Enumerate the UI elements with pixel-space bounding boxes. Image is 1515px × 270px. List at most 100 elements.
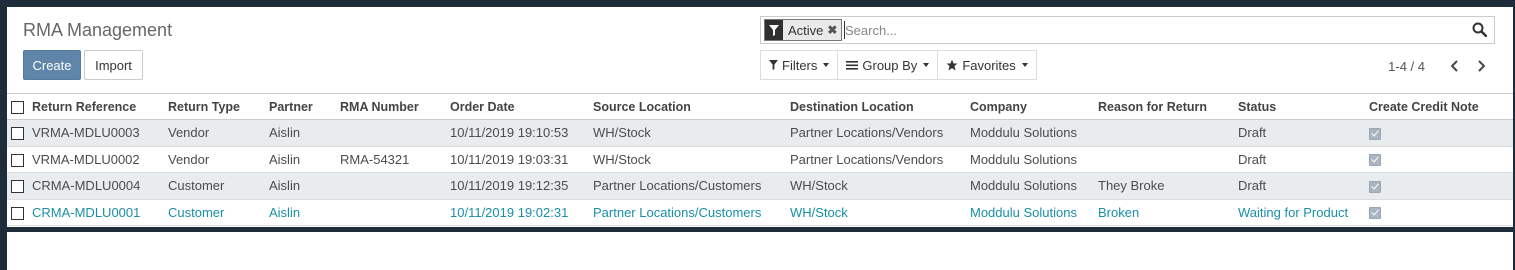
column-header[interactable]: Return Reference	[32, 94, 168, 120]
filter-icon	[769, 60, 778, 70]
groupby-dropdown[interactable]: Group By	[838, 50, 939, 80]
cell-reason	[1098, 146, 1238, 173]
cell-return-reference: VRMA-MDLU0002	[32, 151, 140, 167]
cell-rma-number: RMA-54321	[340, 151, 410, 167]
pager: 1-4 / 4	[1388, 57, 1491, 75]
cell-credit-note	[1369, 120, 1513, 147]
column-header[interactable]: Partner	[269, 94, 340, 120]
search-input[interactable]	[844, 21, 1445, 39]
row-select-cell	[7, 173, 32, 200]
caret-down-icon	[823, 63, 830, 67]
caret-down-icon	[923, 63, 930, 67]
select-all-cell	[7, 94, 32, 120]
divider	[7, 227, 1513, 232]
table-header-row: Return Reference Return Type Partner RMA…	[7, 93, 1513, 120]
groupby-label: Group By	[862, 57, 918, 73]
column-header[interactable]: Status	[1238, 94, 1369, 120]
cell-destination-location: Partner Locations/Vendors	[790, 125, 944, 141]
cell-source-location: WH/Stock	[593, 125, 651, 141]
credit-note-checkbox	[1369, 127, 1381, 140]
facet-remove-icon[interactable]: ✖	[827, 23, 841, 37]
page-title: RMA Management	[23, 20, 173, 40]
cell-status: Draft	[1238, 178, 1267, 194]
column-header[interactable]: Return Type	[168, 94, 269, 120]
cell-credit-note	[1369, 173, 1513, 200]
cell-return-reference: CRMA-MDLU0004	[32, 178, 141, 194]
table-row[interactable]: VRMA-MDLU0002 Vendor Aislin RMA-54321 10…	[7, 146, 1513, 173]
cell-destination-location: Partner Locations/Vendors	[790, 151, 944, 167]
cell-return-reference: CRMA-MDLU0001	[32, 204, 141, 220]
cell-partner: Aislin	[269, 125, 301, 141]
credit-note-checkbox	[1369, 207, 1381, 220]
cell-return-reference: VRMA-MDLU0003	[32, 125, 140, 141]
select-all-checkbox[interactable]	[11, 100, 24, 114]
cell-return-type: Customer	[168, 204, 225, 220]
column-header[interactable]: Order Date	[450, 94, 593, 120]
search-bar: Active ✖	[760, 16, 1495, 44]
cell-order-date: 10/11/2019 19:10:53	[450, 125, 569, 141]
cell-partner: Aislin	[269, 151, 301, 167]
cell-company: Moddulu Solutions	[970, 125, 1077, 141]
pager-value[interactable]: 1-4 / 4	[1388, 59, 1425, 74]
cell-rma-number	[340, 199, 450, 226]
favorites-label: Favorites	[962, 57, 1016, 73]
column-header[interactable]: Company	[970, 94, 1098, 120]
cell-order-date: 10/11/2019 19:12:35	[450, 178, 569, 194]
cell-status: Waiting for Product	[1238, 204, 1349, 220]
pager-previous-icon[interactable]	[1445, 57, 1465, 75]
row-checkbox[interactable]	[11, 153, 24, 167]
column-header[interactable]: Source Location	[593, 94, 790, 120]
cell-destination-location: WH/Stock	[790, 178, 848, 194]
cell-source-location: Partner Locations/Customers	[593, 204, 762, 220]
cell-reason: Broken	[1098, 204, 1140, 220]
cell-return-type: Vendor	[168, 125, 210, 141]
table-row[interactable]: CRMA-MDLU0004 Customer Aislin 10/11/2019…	[7, 172, 1513, 200]
favorites-dropdown[interactable]: Favorites	[938, 50, 1037, 80]
cell-source-location: WH/Stock	[593, 151, 651, 167]
cell-source-location: Partner Locations/Customers	[593, 178, 762, 194]
cell-partner: Aislin	[269, 204, 301, 220]
credit-note-checkbox	[1369, 154, 1381, 167]
filter-icon	[765, 20, 783, 40]
cell-credit-note	[1369, 199, 1513, 226]
cell-status: Draft	[1238, 151, 1267, 167]
cell-company: Moddulu Solutions	[970, 178, 1077, 194]
pager-next-icon[interactable]	[1471, 57, 1491, 75]
cell-partner: Aislin	[269, 178, 301, 194]
row-select-cell	[7, 199, 32, 226]
credit-note-checkbox	[1369, 180, 1381, 193]
column-header[interactable]: Destination Location	[790, 94, 970, 120]
search-options: Filters Group By Favorites	[760, 50, 1037, 80]
cell-order-date: 10/11/2019 19:03:31	[450, 151, 569, 167]
list-icon	[846, 61, 859, 70]
filters-label: Filters	[782, 57, 818, 73]
column-header[interactable]: Reason for Return	[1098, 94, 1238, 120]
cell-return-type: Vendor	[168, 151, 210, 167]
column-header[interactable]: Create Credit Note	[1369, 94, 1513, 120]
caret-down-icon	[1021, 63, 1028, 67]
search-facet-active[interactable]: Active ✖	[764, 19, 843, 41]
cell-destination-location: WH/Stock	[790, 204, 848, 220]
row-select-cell	[7, 146, 32, 173]
cell-status: Draft	[1238, 125, 1267, 141]
row-checkbox[interactable]	[11, 127, 24, 141]
cell-order-date: 10/11/2019 19:02:31	[450, 204, 569, 220]
facet-label: Active	[788, 22, 824, 38]
app-window: RMA Management Create Import Active ✖ Fi…	[7, 7, 1513, 270]
create-button[interactable]: Create	[23, 50, 81, 80]
column-header[interactable]: RMA Number	[340, 94, 450, 120]
table-row[interactable]: VRMA-MDLU0003 Vendor Aislin 10/11/2019 1…	[7, 119, 1513, 147]
cell-reason: They Broke	[1098, 178, 1165, 194]
row-checkbox[interactable]	[11, 180, 24, 194]
rma-list-table: Return Reference Return Type Partner RMA…	[7, 93, 1513, 226]
star-icon	[946, 59, 958, 71]
cell-company: Moddulu Solutions	[970, 151, 1077, 167]
control-panel: RMA Management Create Import Active ✖ Fi…	[7, 7, 1513, 97]
cell-rma-number	[340, 120, 450, 147]
filters-dropdown[interactable]: Filters	[760, 50, 839, 80]
table-row[interactable]: CRMA-MDLU0001 Customer Aislin 10/11/2019…	[7, 199, 1513, 226]
row-checkbox[interactable]	[11, 206, 24, 220]
cell-credit-note	[1369, 146, 1513, 173]
import-button[interactable]: Import	[84, 50, 143, 80]
search-icon[interactable]	[1472, 22, 1488, 38]
